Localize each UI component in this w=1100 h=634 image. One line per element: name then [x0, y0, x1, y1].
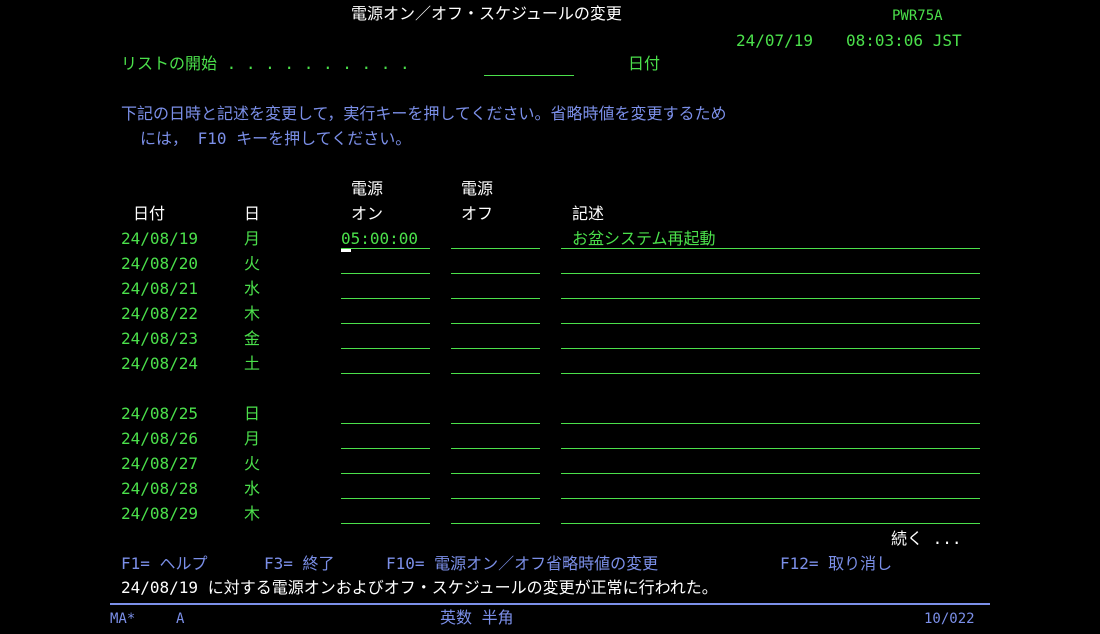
row-date: 24/08/20 [121, 254, 199, 273]
power-on-input[interactable] [341, 354, 430, 374]
status-bar-divider [110, 603, 990, 605]
list-start-input[interactable] [484, 56, 574, 76]
row-day: 木 [244, 304, 261, 323]
power-off-input[interactable] [451, 404, 540, 424]
row-day: 月 [244, 229, 261, 248]
power-on-input[interactable] [341, 479, 430, 499]
description-input[interactable] [561, 329, 980, 349]
power-off-input[interactable] [451, 429, 540, 449]
row-day: 月 [244, 429, 261, 448]
power-on-input[interactable] [341, 454, 430, 474]
power-off-input[interactable] [451, 479, 540, 499]
row-day: 木 [244, 504, 261, 523]
col-power-off-top: 電源 [461, 179, 494, 198]
description-input[interactable] [561, 354, 980, 374]
f10-default-change-key[interactable]: F10= 電源オン／オフ省略時値の変更 [386, 554, 658, 574]
power-on-input[interactable] [341, 279, 430, 299]
row-date: 24/08/24 [121, 354, 199, 373]
power-off-input[interactable] [451, 304, 540, 324]
power-off-input[interactable] [451, 254, 540, 274]
col-power-on: オン [351, 204, 384, 223]
power-on-input[interactable]: 05:00:00 [341, 229, 430, 249]
instruction-line-1: 下記の日時と記述を変更して，実行キーを押してください。省略時値を変更するため [121, 104, 727, 123]
instruction-line-2: には， F10 キーを押してください。 [140, 129, 412, 148]
power-on-input[interactable] [341, 254, 430, 274]
status-message: 24/08/19 に対する電源オンおよびオフ・スケジュールの変更が正常に行われた… [121, 578, 718, 597]
power-off-input[interactable] [451, 454, 540, 474]
row-date: 24/08/27 [121, 454, 199, 473]
row-day: 日 [244, 404, 261, 423]
cursor-position: 10/022 [924, 611, 975, 627]
program-name: PWR75A [892, 8, 943, 24]
col-date: 日付 [133, 204, 166, 223]
col-description: 記述 [572, 204, 605, 223]
session-indicator: MA* [110, 611, 136, 627]
col-day: 日 [244, 204, 261, 223]
power-on-input[interactable] [341, 404, 430, 424]
row-date: 24/08/25 [121, 404, 199, 423]
f3-exit-key[interactable]: F3= 終了 [264, 554, 335, 574]
f12-cancel-key[interactable]: F12= 取り消し [780, 554, 892, 574]
description-input[interactable] [561, 254, 980, 274]
system-time: 08:03:06 JST [846, 31, 962, 50]
power-on-input[interactable] [341, 304, 430, 324]
screen-title: 電源オン／オフ・スケジュールの変更 [351, 4, 622, 23]
description-input[interactable] [561, 404, 980, 424]
list-start-label: リストの開始 . . . . . . . . . . [121, 54, 410, 73]
description-input[interactable]: お盆システム再起動 [561, 229, 980, 249]
row-date: 24/08/19 [121, 229, 199, 248]
power-off-input[interactable] [451, 279, 540, 299]
text-cursor [341, 249, 351, 252]
row-date: 24/08/26 [121, 429, 199, 448]
power-on-input[interactable] [341, 429, 430, 449]
description-input[interactable] [561, 479, 980, 499]
power-on-input[interactable] [341, 504, 430, 524]
row-date: 24/08/21 [121, 279, 199, 298]
description-input[interactable] [561, 504, 980, 524]
power-on-input[interactable] [341, 329, 430, 349]
row-day: 水 [244, 479, 261, 498]
row-date: 24/08/22 [121, 304, 199, 323]
row-day: 土 [244, 354, 261, 373]
description-input[interactable] [561, 454, 980, 474]
row-date: 24/08/23 [121, 329, 199, 348]
list-start-suffix: 日付 [628, 54, 661, 73]
power-off-input[interactable] [451, 229, 540, 249]
row-date: 24/08/29 [121, 504, 199, 523]
more-indicator: 続く ... [891, 529, 962, 548]
row-date: 24/08/28 [121, 479, 199, 498]
power-off-input[interactable] [451, 354, 540, 374]
col-power-on-top: 電源 [351, 179, 384, 198]
power-off-input[interactable] [451, 329, 540, 349]
row-day: 金 [244, 329, 261, 348]
system-date: 24/07/19 [736, 31, 814, 50]
row-day: 水 [244, 279, 261, 298]
row-day: 火 [244, 254, 261, 273]
description-input[interactable] [561, 429, 980, 449]
input-mode-indicator: 英数 半角 [440, 608, 514, 627]
mode-indicator: A [176, 611, 185, 627]
f1-help-key[interactable]: F1= ヘルプ [121, 554, 208, 574]
description-input[interactable] [561, 279, 980, 299]
description-input[interactable] [561, 304, 980, 324]
row-day: 火 [244, 454, 261, 473]
power-off-input[interactable] [451, 504, 540, 524]
col-power-off: オフ [461, 204, 494, 223]
